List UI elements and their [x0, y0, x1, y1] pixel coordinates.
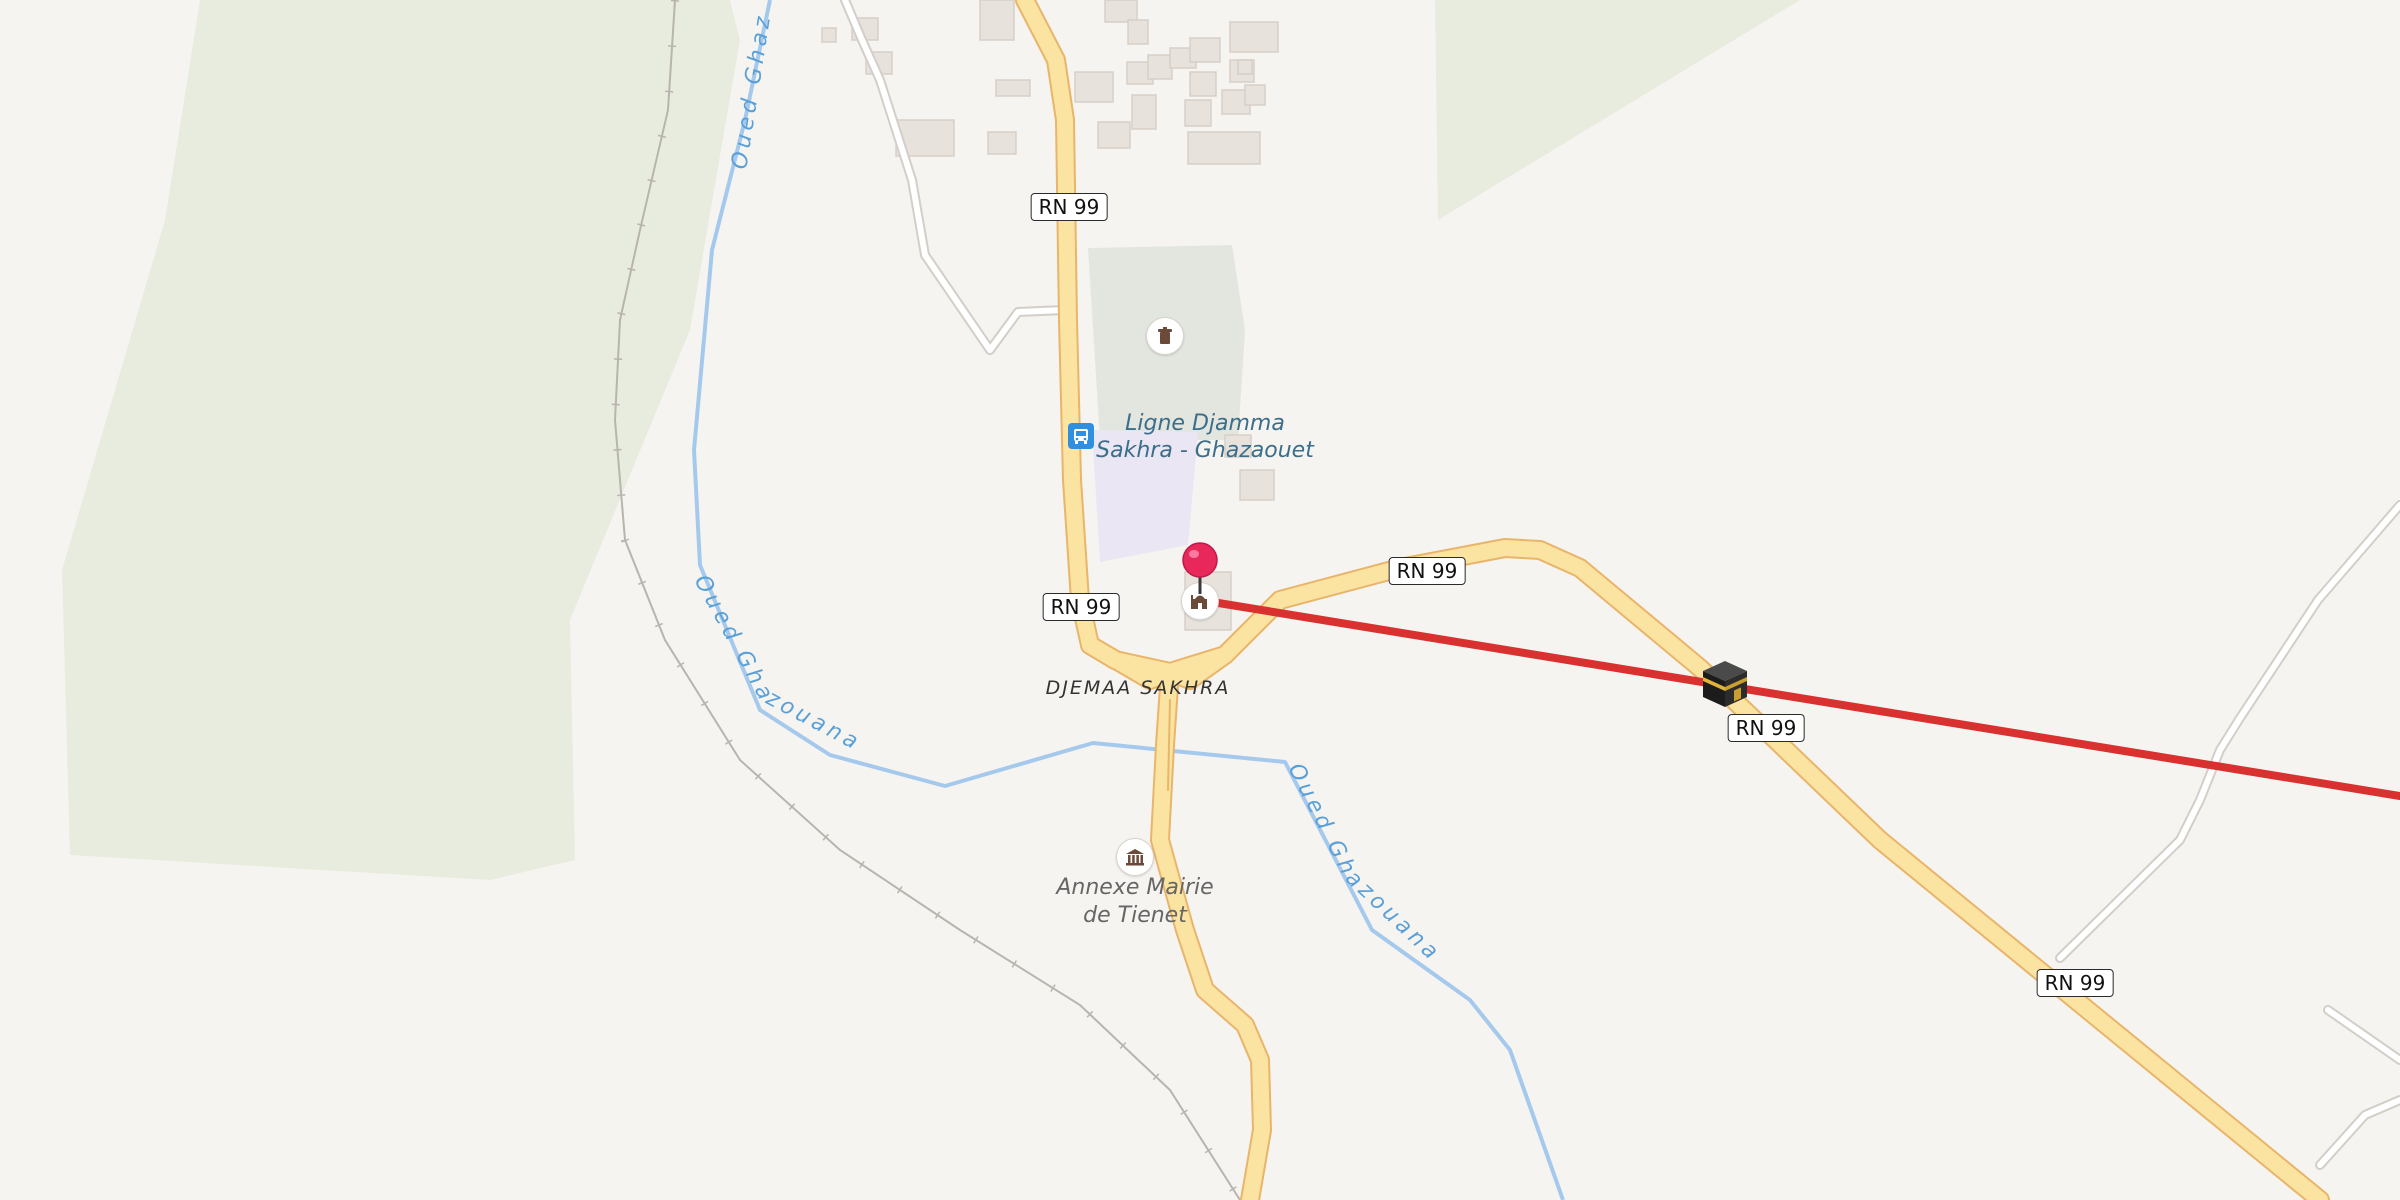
settlement-label: DJEMAA SAKHRA [1045, 677, 1231, 699]
road-shield-rn99: RN 99 [1727, 714, 1805, 742]
townhall-label: Annexe Mairie de Tienet [1056, 874, 1213, 930]
road-shield-rn99: RN 99 [1388, 557, 1466, 585]
transit-line-label-line2: Sakhra - Ghazaouet [1096, 438, 1314, 463]
road-shield-rn99: RN 99 [1030, 193, 1108, 221]
river-label-south: Oued Ghazouana [1283, 759, 1446, 967]
woodland-area-west [62, 0, 740, 880]
townhall-label-line1: Annexe Mairie [1056, 875, 1214, 900]
cemetery-icon[interactable] [1146, 317, 1184, 355]
road-shield-rn99: RN 99 [1042, 593, 1120, 621]
transit-line-label: Ligne Djamma Sakhra - Ghazaouet [1096, 410, 1314, 464]
kaaba-icon[interactable] [1697, 655, 1753, 715]
road-shield-rn99: RN 99 [2036, 969, 2114, 997]
location-pin-icon[interactable] [1180, 542, 1220, 598]
river-label-west: Oued Ghazouana [689, 571, 866, 756]
map-canvas[interactable]: Oued Ghaz Oued Ghazouana Oued Ghazouana … [0, 0, 2400, 1200]
townhall-label-line2: de Tienet [1083, 903, 1187, 928]
rivers [692, 0, 1565, 1200]
townhall-icon[interactable] [1116, 838, 1154, 876]
woodland-area-northeast [1435, 0, 1800, 220]
bus-stop-icon[interactable] [1068, 423, 1094, 449]
transit-line-label-line1: Ligne Djamma [1125, 411, 1285, 436]
